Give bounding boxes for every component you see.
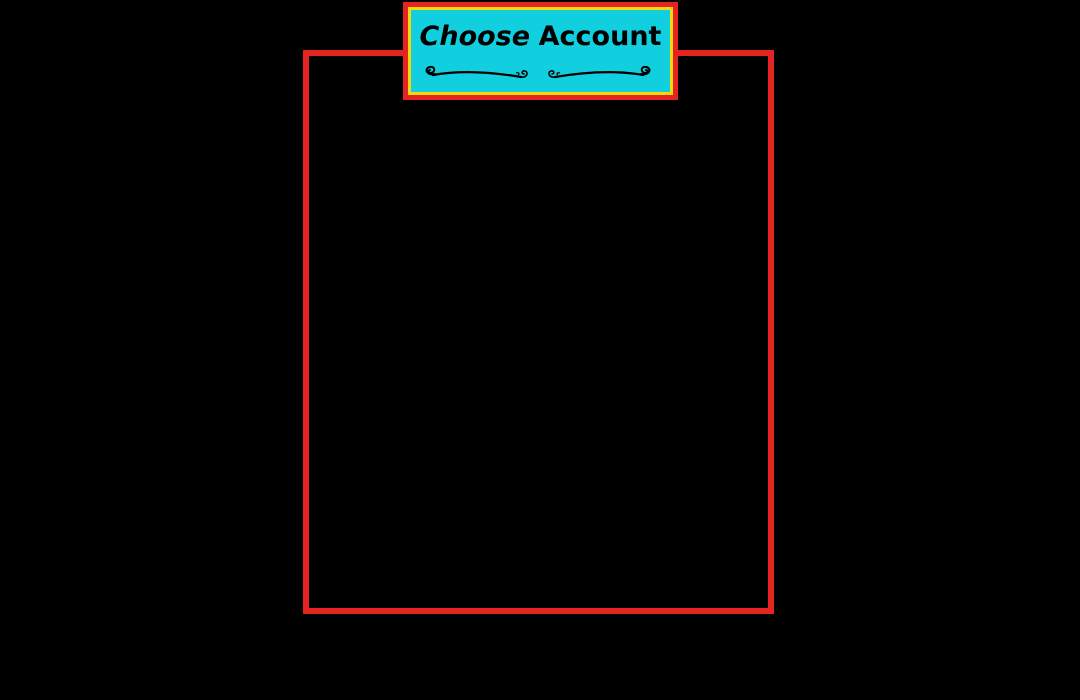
screen: Choose Account: [0, 0, 1080, 700]
title-badge-inner: Choose Account: [411, 10, 670, 92]
dialog-title-emphasis: Choose: [419, 21, 531, 52]
scroll-flourish-right-icon: [548, 65, 651, 79]
dialog-title-badge: Choose Account: [403, 2, 678, 100]
scroll-flourish-left-icon: [425, 65, 528, 79]
account-list-panel: [303, 50, 774, 614]
account-list: [309, 56, 768, 608]
dialog-title: Choose Account: [411, 20, 670, 54]
dialog-title-rest: Account: [538, 21, 662, 52]
title-badge-yellow-border: Choose Account: [408, 7, 673, 95]
